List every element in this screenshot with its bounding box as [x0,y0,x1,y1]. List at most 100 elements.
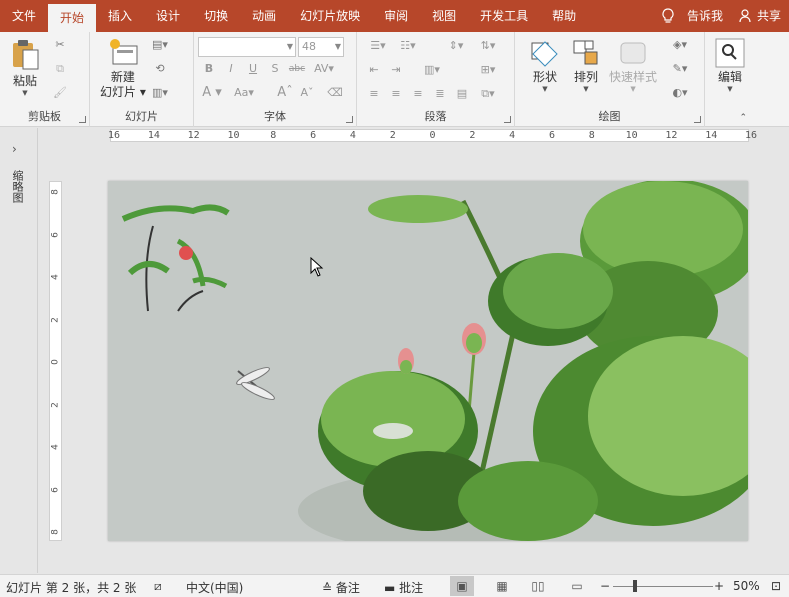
justify-icon[interactable]: ≣ [431,87,449,101]
layout-icon[interactable]: ▤▾ [152,38,168,52]
tab-insert[interactable]: 插入 [96,0,144,32]
tab-help[interactable]: 帮助 [540,0,588,32]
collapse-ribbon-icon[interactable]: ⌃ [739,113,747,123]
shadow-button[interactable]: S [266,62,284,76]
slideshow-button[interactable]: ▭ [565,576,589,596]
comments-label: 批注 [399,581,424,595]
align-left-icon[interactable]: ≡ [365,87,383,101]
smartart-icon[interactable]: ⧉▾ [475,87,501,101]
change-case-button[interactable]: Aa▾ [230,86,258,100]
bullets-icon[interactable]: ☰▾ [365,39,391,53]
section-icon[interactable]: ▥▾ [152,86,168,100]
align-right-icon[interactable]: ≡ [409,87,427,101]
ruler-tick-label: 6 [50,231,61,238]
vertical-ruler: 8 6 4 2 0 2 4 6 8 [49,181,62,541]
font-size-value: 48 [302,40,316,53]
font-launcher-icon[interactable] [346,116,353,123]
align-center-icon[interactable]: ≡ [387,87,405,101]
ruler-tick-label: 4 [50,444,61,450]
reading-view-button[interactable]: ▯▯ [526,576,550,596]
spellcheck-icon[interactable]: ⧄ [154,579,162,594]
person-icon [739,9,751,23]
text-direction-icon[interactable]: ⇅▾ [475,39,501,53]
tab-slideshow[interactable]: 幻灯片放映 [288,0,372,32]
slide-info: 幻灯片 第 2 张，共 2 张 [6,581,137,595]
format-painter-icon[interactable]: 🖌 [52,86,68,100]
ruler-tick-label: 6 [310,130,317,141]
distributed-icon[interactable]: ▤ [453,87,471,101]
tab-animations[interactable]: 动画 [240,0,288,32]
shape-fill-icon[interactable]: ◈▾ [667,38,693,52]
copy-icon[interactable]: ⧉ [52,62,68,76]
tell-me-button[interactable]: 告诉我 [653,0,731,32]
new-slide-button[interactable]: 新建 幻灯片 ▾ [100,38,146,100]
tab-transitions[interactable]: 切换 [192,0,240,32]
strikethrough-button[interactable]: abc [288,62,306,76]
reset-icon[interactable]: ⟲ [152,62,168,76]
font-color-button[interactable]: A ▾ [200,86,224,100]
decrease-font-button[interactable]: Aˇ [298,86,316,100]
comments-button[interactable]: ▬ 批注 [384,579,423,596]
slide-sorter-button[interactable]: ▦ [490,576,514,596]
tab-home[interactable]: 开始 [48,4,97,32]
mouse-pointer-icon [310,257,324,277]
notes-button[interactable]: ≙ 备注 [322,579,360,596]
italic-button[interactable]: I [222,62,240,76]
cut-icon[interactable]: ✂ [52,38,68,52]
editing-button[interactable]: 编辑 ▼ [715,38,745,93]
normal-view-button[interactable]: ▣ [450,576,474,596]
status-bar: 幻灯片 第 2 张，共 2 张 ⧄ 中文(中国) ≙ 备注 ▬ 批注 ▣ ▦ ▯… [0,574,789,597]
fit-slide-icon[interactable]: ⊡ [771,579,781,593]
increase-font-button[interactable]: Aˆ [276,86,294,100]
underline-button[interactable]: U [244,62,262,76]
shape-outline-icon[interactable]: ✎▾ [667,62,693,76]
drawing-launcher-icon[interactable] [694,116,701,123]
columns-icon[interactable]: ▥▾ [419,63,445,77]
font-size-combo[interactable]: 48 ▼ [298,37,344,57]
shape-effects-icon[interactable]: ◐▾ [667,86,693,100]
font-name-combo[interactable]: ▼ [198,37,296,57]
paragraph-launcher-icon[interactable] [504,116,511,123]
quick-styles-label: 快速样式 [609,70,658,84]
paste-button[interactable]: 粘贴 ▼ [10,38,40,97]
ruler-tick-label: 14 [705,130,718,141]
ruler-tick-label: 8 [50,189,61,195]
tab-view[interactable]: 视图 [420,0,468,32]
share-button[interactable]: 共享 [731,0,789,32]
group-label-clipboard: 剪贴板 [28,110,61,123]
numbering-icon[interactable]: ☷▾ [395,39,421,53]
quick-styles-button[interactable]: 快速样式 ▼ [609,38,657,93]
line-spacing-icon[interactable]: ⇕▾ [443,39,469,53]
chevron-down-icon: ▼ [22,89,28,97]
increase-indent-icon[interactable]: ⇥ [387,63,405,77]
language-indicator[interactable]: 中文(中国) [186,579,243,596]
clear-format-icon[interactable]: ⌫ [326,86,344,100]
clipboard-launcher-icon[interactable] [79,116,86,123]
tab-developer[interactable]: 开发工具 [468,0,540,32]
ruler-tick-label: 2 [50,401,61,408]
chevron-down-icon: ▼ [630,85,636,93]
zoom-in-button[interactable]: + [714,579,724,593]
zoom-slider-thumb[interactable] [633,580,637,592]
decrease-indent-icon[interactable]: ⇤ [365,63,383,77]
zoom-level[interactable]: 50% [733,579,760,593]
ruler-tick-label: 10 [227,130,240,141]
shapes-button[interactable]: 形状 ▼ [529,38,561,93]
char-spacing-button[interactable]: AV▾ [312,62,336,76]
slide-canvas[interactable] [108,181,748,541]
vertical-scrollbar[interactable] [783,128,789,573]
tab-design[interactable]: 设计 [144,0,192,32]
expand-thumbnail-icon[interactable]: › [12,142,17,156]
zoom-out-button[interactable]: − [600,579,610,593]
align-text-icon[interactable]: ⊞▾ [475,63,501,77]
bold-button[interactable]: B [200,62,218,76]
tab-file[interactable]: 文件 [0,0,48,32]
ruler-tick-label: 0 [50,359,61,365]
chevron-down-icon: ▼ [542,85,548,93]
paste-icon [13,40,39,70]
ruler-tick-label: 2 [469,130,476,141]
ruler-tick-label: 12 [187,130,200,141]
arrange-button[interactable]: 排列 ▼ [571,38,601,93]
tab-review[interactable]: 审阅 [372,0,420,32]
zoom-slider-track[interactable] [613,586,713,587]
